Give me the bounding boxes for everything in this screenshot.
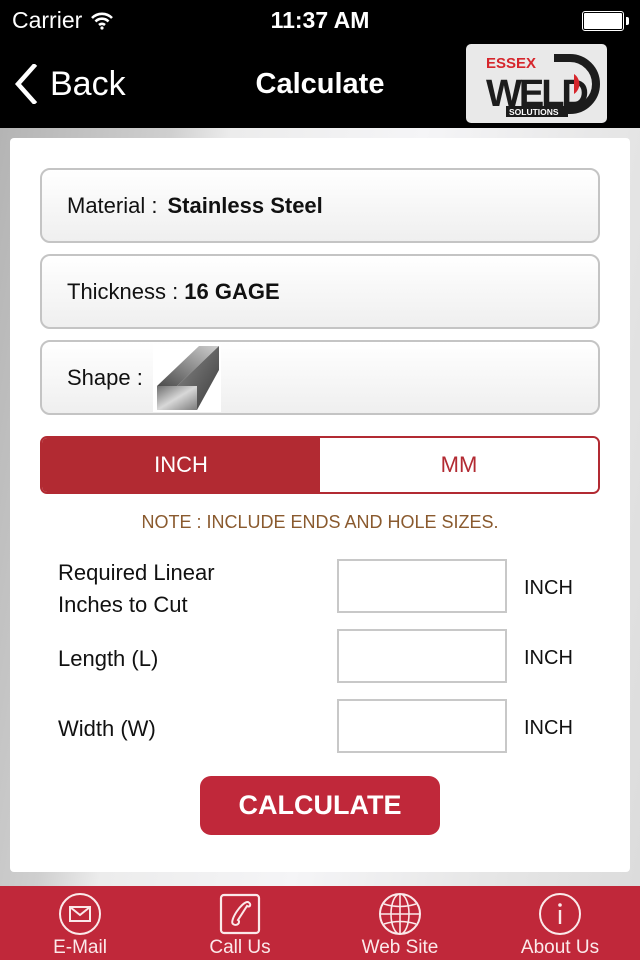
bottom-tab-bar: E-Mail Call Us Web Site About Us <box>0 886 640 960</box>
width-unit: INCH <box>524 717 573 739</box>
tab-email-label: E-Mail <box>53 937 107 958</box>
logo-graphic: ESSEX WELD SOLUTIONS <box>486 54 600 117</box>
length-label: Length (L) <box>58 646 159 671</box>
length-unit: INCH <box>524 647 573 669</box>
navigation-bar: Back Calculate ESSEX WELD SOLUTIONS <box>0 40 640 128</box>
globe-icon <box>379 893 421 935</box>
linear-inches-input[interactable] <box>337 559 507 613</box>
tab-about-us[interactable]: About Us <box>480 886 640 960</box>
calculate-button[interactable]: CALCULATE <box>200 776 440 835</box>
length-input[interactable] <box>337 629 507 683</box>
linear-inches-label: Required Linear Inches to Cut <box>58 557 215 621</box>
material-label: Material : <box>67 192 158 218</box>
status-time: 11:37 AM <box>270 7 370 33</box>
square-bar-icon <box>152 343 221 412</box>
tab-web-site-label: Web Site <box>361 937 439 958</box>
segment-mm[interactable]: MM <box>320 438 598 492</box>
width-label: Width (W) <box>58 716 156 741</box>
tab-about-us-label: About Us <box>520 937 600 958</box>
tab-web-site[interactable]: Web Site <box>320 886 480 960</box>
material-row[interactable]: Material : Stainless Steel <box>40 168 600 243</box>
unit-segmented-control: INCH MM <box>40 436 600 494</box>
logo-bottom-text: SOLUTIONS <box>509 107 559 117</box>
thickness-label: Thickness : <box>67 278 179 304</box>
tab-call-us[interactable]: Call Us <box>160 886 320 960</box>
info-icon <box>539 893 581 935</box>
linear-inches-label-line1: Required Linear <box>58 560 215 585</box>
segment-inch[interactable]: INCH <box>42 438 320 492</box>
phone-icon <box>219 893 261 935</box>
linear-inches-label-line2: Inches to Cut <box>58 592 188 617</box>
logo-top-text: ESSEX <box>486 55 536 72</box>
calculator-panel: Material : Stainless Steel Thickness : 1… <box>10 138 630 872</box>
mail-icon <box>59 893 101 935</box>
tab-email[interactable]: E-Mail <box>0 886 160 960</box>
width-input[interactable] <box>337 699 507 753</box>
tab-call-us-label: Call Us <box>209 937 271 958</box>
battery-full-icon <box>582 11 630 31</box>
linear-inches-unit: INCH <box>524 577 573 599</box>
status-bar: Carrier 11:37 AM <box>0 0 640 40</box>
shape-row[interactable]: Shape : <box>40 340 600 415</box>
shape-label: Shape : <box>67 364 143 390</box>
thickness-value: 16 GAGE <box>184 278 280 304</box>
thickness-row[interactable]: Thickness : 16 GAGE <box>40 254 600 329</box>
material-value: Stainless Steel <box>167 192 323 218</box>
note-text: NOTE : INCLUDE ENDS AND HOLE SIZES. <box>141 512 499 532</box>
essex-weld-logo[interactable]: ESSEX WELD SOLUTIONS <box>466 44 607 123</box>
